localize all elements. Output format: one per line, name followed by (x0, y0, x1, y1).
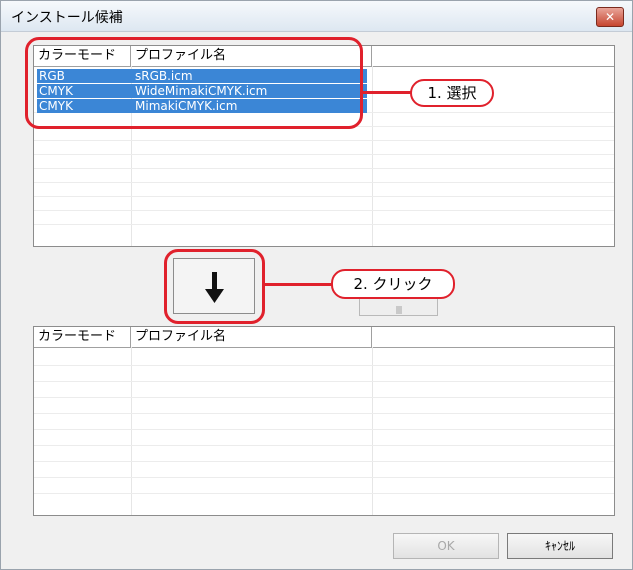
column-extra[interactable] (372, 327, 614, 347)
grid-line (34, 477, 614, 478)
step2-label: 2. クリック (353, 275, 433, 293)
grid-line (34, 381, 614, 382)
selection-highlight-box (25, 37, 363, 129)
grid-line (34, 365, 614, 366)
grid-line (34, 182, 614, 183)
column-divider (372, 347, 373, 515)
ok-label: OK (437, 539, 455, 553)
callout-connector (265, 283, 333, 286)
grid-line (34, 445, 614, 446)
step1-label: 1. 選択 (427, 84, 477, 102)
callout-connector (363, 91, 411, 94)
close-button[interactable]: ✕ (596, 7, 624, 27)
grid-line (34, 140, 614, 141)
grid-line (34, 224, 614, 225)
column-divider (131, 347, 132, 515)
grid-line (34, 413, 614, 414)
cancel-label: ｷｬﾝｾﾙ (544, 539, 575, 553)
cancel-button[interactable]: ｷｬﾝｾﾙ (507, 533, 613, 559)
arrow-up-icon (396, 306, 402, 314)
grid-line (34, 493, 614, 494)
grid-line (34, 154, 614, 155)
column-profile-name[interactable]: プロファイル名 (131, 327, 372, 347)
column-color-mode[interactable]: カラーモード (34, 327, 131, 347)
grid-line (34, 196, 614, 197)
install-candidates-dialog: インストール候補 ✕ カラーモード プロファイル名 RGB sRGB.icm C… (0, 0, 633, 570)
close-icon: ✕ (604, 10, 616, 24)
grid-line (34, 210, 614, 211)
grid-line (34, 429, 614, 430)
list-header: カラーモード プロファイル名 (34, 327, 614, 348)
ok-button[interactable]: OK (393, 533, 499, 559)
grid-line (34, 397, 614, 398)
window-title: インストール候補 (11, 10, 123, 26)
grid-line (34, 461, 614, 462)
grid-line (34, 168, 614, 169)
step1-callout: 1. 選択 (410, 79, 494, 107)
title-bar: インストール候補 ✕ (1, 1, 632, 32)
button-highlight-box (164, 249, 265, 324)
step2-callout: 2. クリック (331, 269, 455, 299)
installed-profile-list[interactable]: カラーモード プロファイル名 (33, 326, 615, 516)
column-extra[interactable] (372, 46, 614, 66)
